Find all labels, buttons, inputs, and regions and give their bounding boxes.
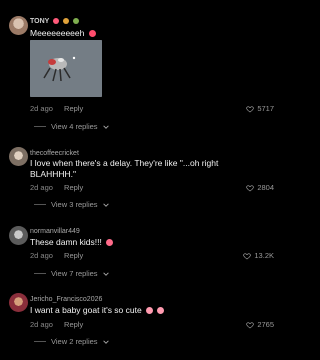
divider (34, 341, 46, 342)
chevron-down-icon (102, 202, 109, 207)
reply-button[interactable]: Reply (64, 183, 83, 192)
smiling-emoji-icon (157, 307, 165, 315)
chevron-down-icon (102, 339, 109, 344)
smiling-emoji-icon (146, 307, 154, 315)
view-replies-button[interactable]: View 2 replies (34, 337, 109, 346)
like-button[interactable]: 2804 (246, 183, 274, 192)
like-button[interactable]: 13.2K (243, 251, 274, 260)
view-replies-button[interactable]: View 7 replies (34, 269, 109, 278)
comment-meta: 2d ago Reply (30, 320, 83, 329)
comment-meta: 2d ago Reply (30, 183, 83, 192)
comment-date: 2d ago (30, 183, 53, 192)
emoji-icon (73, 18, 80, 25)
view-replies-button[interactable]: View 3 replies (34, 200, 109, 209)
comment-date: 2d ago (30, 104, 53, 113)
reply-button[interactable]: Reply (64, 320, 83, 329)
avatar[interactable] (9, 147, 28, 166)
comment-meta: 2d ago Reply (30, 104, 83, 113)
comment-image[interactable] (30, 40, 102, 97)
comment-meta: 2d ago Reply (30, 251, 83, 260)
divider (34, 126, 46, 127)
heart-outline-icon (246, 184, 255, 191)
view-replies-button[interactable]: View 4 replies (34, 122, 109, 131)
comment-text: I love when there's a delay. They're lik… (30, 158, 219, 179)
like-count: 13.2K (254, 251, 274, 260)
chevron-down-icon (102, 271, 109, 276)
avatar[interactable] (9, 293, 28, 312)
photo-thumbnail-icon (30, 40, 102, 97)
avatar[interactable] (9, 16, 28, 35)
heart-outline-icon (246, 321, 255, 328)
avatar[interactable] (9, 226, 28, 245)
emoji-icon (63, 18, 70, 25)
like-count: 2765 (257, 320, 274, 329)
comment-username[interactable]: TONY (30, 18, 80, 25)
emoji-icon (53, 18, 60, 25)
divider (34, 273, 46, 274)
comment-username[interactable]: normanvillar449 (30, 228, 80, 235)
heart-outline-icon (246, 105, 255, 112)
reply-button[interactable]: Reply (64, 104, 83, 113)
like-button[interactable]: 2765 (246, 320, 274, 329)
comment-text: These damn kids!!! (30, 237, 245, 248)
comment-text: Meeeeeeeeeh (30, 28, 245, 39)
comment-username[interactable]: Jericho_Francisco2026 (30, 296, 102, 303)
comment-date: 2d ago (30, 251, 53, 260)
skull-emoji-icon (88, 30, 96, 38)
comment-date: 2d ago (30, 320, 53, 329)
chevron-down-icon (102, 124, 109, 129)
heart-outline-icon (243, 252, 252, 259)
laughing-emoji-icon (106, 239, 114, 247)
like-count: 2804 (257, 183, 274, 192)
like-count: 5717 (257, 104, 274, 113)
reply-button[interactable]: Reply (64, 251, 83, 260)
like-button[interactable]: 5717 (246, 104, 274, 113)
comment-text: I want a baby goat it's so cute (30, 305, 245, 316)
comment-username[interactable]: thecoffeecricket (30, 150, 79, 157)
divider (34, 204, 46, 205)
